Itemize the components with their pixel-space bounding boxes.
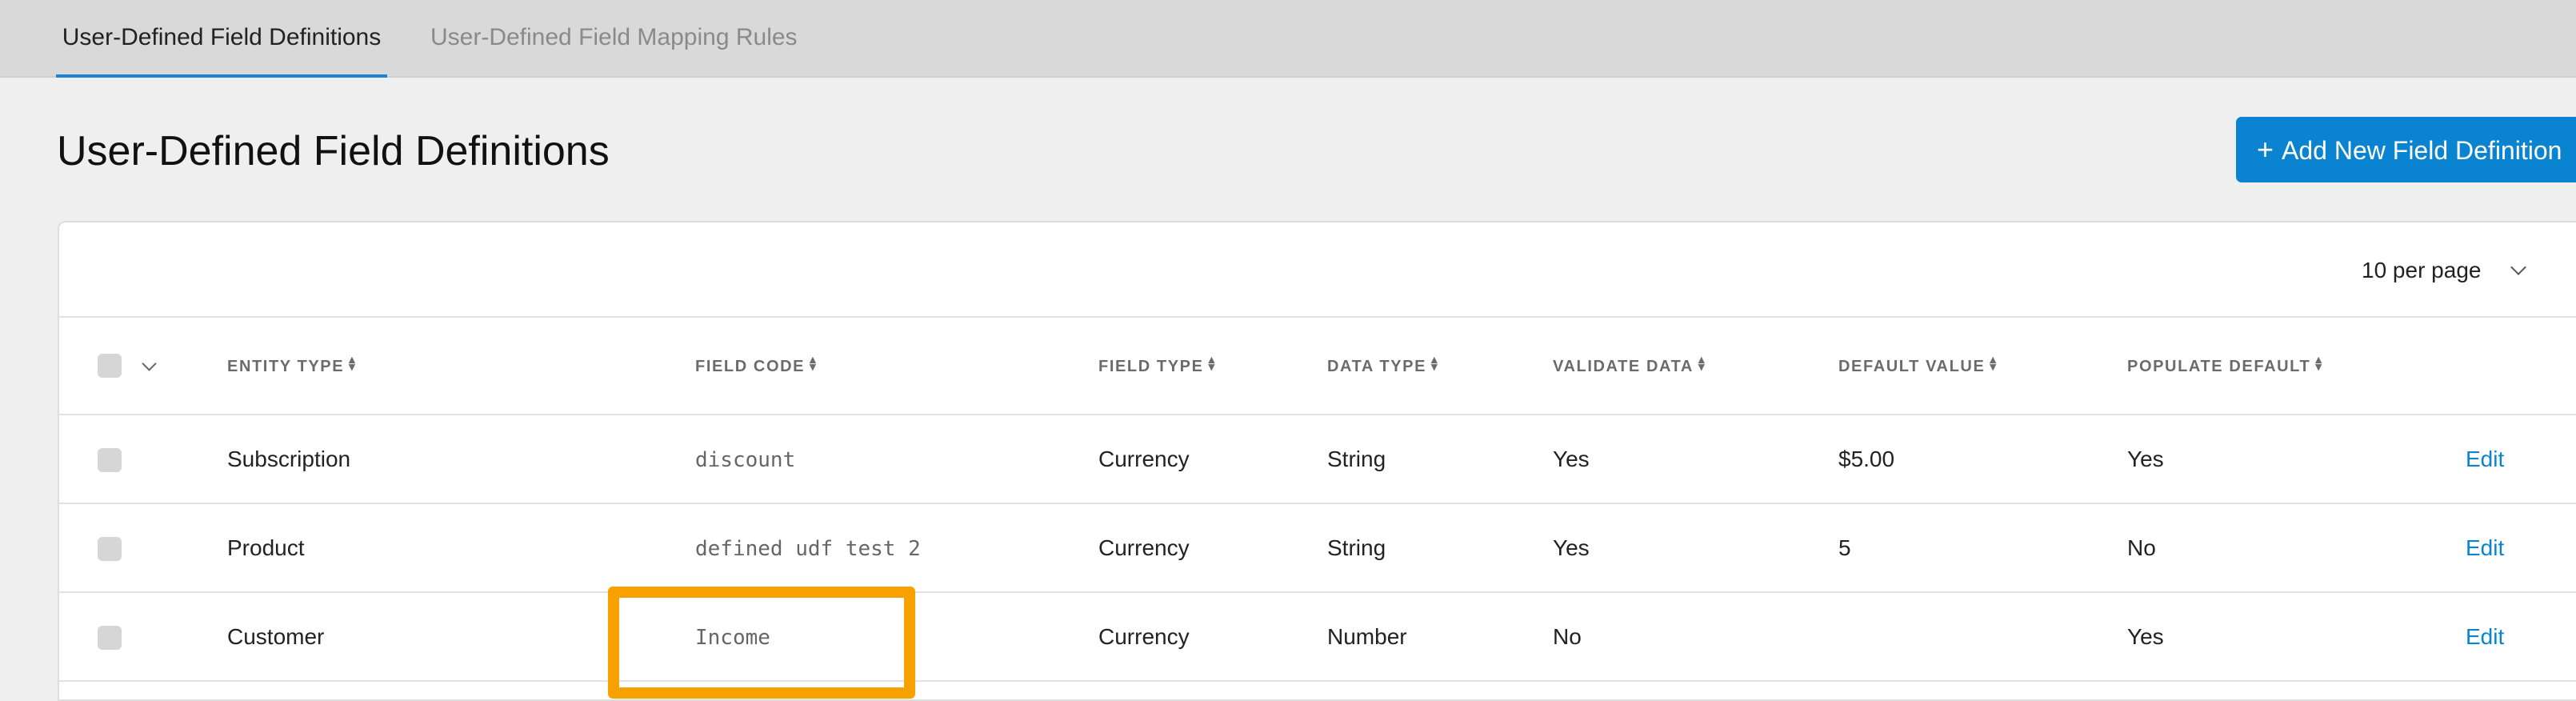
per-page-select[interactable]: 10 per page — [2362, 258, 2527, 283]
divider — [59, 316, 2576, 318]
default-value-cell: 5 — [1838, 535, 1851, 560]
validate-data-cell: Yes — [1553, 447, 1590, 471]
column-header-data-type[interactable]: DATA TYPE ▴ ▾ — [1327, 353, 1439, 376]
field-type-cell: Currency — [1098, 535, 1190, 560]
entity-type-cell: Product — [227, 535, 305, 560]
add-button-label: Add New Field Definition — [2282, 136, 2562, 165]
row-checkbox[interactable] — [98, 448, 122, 472]
tab-bar: User-Defined Field Definitions User-Defi… — [0, 0, 2576, 78]
row-checkbox[interactable] — [98, 626, 122, 650]
column-header-default-value[interactable]: DEFAULT VALUE ▴ ▾ — [1838, 353, 1998, 376]
default-value-cell: $5.00 — [1838, 447, 1895, 471]
divider — [59, 591, 2576, 593]
column-header-field-code[interactable]: FIELD CODE ▴ ▾ — [695, 353, 818, 376]
edit-link[interactable]: Edit — [2466, 447, 2504, 472]
chevron-down-icon — [2510, 259, 2527, 275]
sort-arrows-icon: ▴ ▾ — [1990, 353, 1998, 374]
field-code-cell: discount — [695, 448, 796, 472]
field-type-cell: Currency — [1098, 447, 1190, 471]
sort-arrows-icon: ▴ ▾ — [349, 353, 357, 374]
plus-icon: + — [2257, 133, 2274, 166]
column-header-entity-type[interactable]: ENTITY TYPE ▴ ▾ — [227, 353, 357, 376]
edit-link[interactable]: Edit — [2466, 624, 2504, 650]
column-header-populate-default[interactable]: POPULATE DEFAULT ▴ ▾ — [2127, 353, 2323, 376]
entity-type-cell: Customer — [227, 624, 325, 649]
row-checkbox[interactable] — [98, 537, 122, 561]
highlight-box — [608, 587, 915, 699]
populate-default-cell: No — [2127, 535, 2156, 560]
validate-data-cell: Yes — [1553, 535, 1590, 560]
divider — [59, 414, 2576, 415]
divider — [59, 503, 2576, 504]
sort-arrows-icon: ▴ ▾ — [1698, 353, 1706, 374]
data-type-cell: Number — [1327, 624, 1407, 649]
per-page-label: 10 per page — [2362, 258, 2482, 282]
divider — [59, 680, 2576, 682]
sort-arrows-icon: ▴ ▾ — [2315, 353, 2323, 374]
column-header-validate-data[interactable]: VALIDATE DATA ▴ ▾ — [1553, 353, 1706, 376]
data-type-cell: String — [1327, 535, 1386, 560]
populate-default-cell: Yes — [2127, 624, 2164, 649]
data-type-cell: String — [1327, 447, 1386, 471]
page-title: User-Defined Field Definitions — [57, 128, 610, 174]
field-definitions-table-card — [58, 221, 2576, 701]
select-all-checkbox[interactable] — [98, 354, 122, 378]
column-header-field-type[interactable]: FIELD TYPE ▴ ▾ — [1098, 353, 1216, 376]
tab-field-mapping-rules[interactable]: User-Defined Field Mapping Rules — [430, 0, 798, 78]
edit-link[interactable]: Edit — [2466, 535, 2504, 561]
sort-arrows-icon: ▴ ▾ — [1431, 353, 1439, 374]
sort-arrows-icon: ▴ ▾ — [1208, 353, 1216, 374]
tab-field-definitions[interactable]: User-Defined Field Definitions — [56, 0, 387, 78]
sort-arrows-icon: ▴ ▾ — [810, 353, 818, 374]
field-type-cell: Currency — [1098, 624, 1190, 649]
entity-type-cell: Subscription — [227, 447, 351, 471]
add-new-field-definition-button[interactable]: + Add New Field Definition — [2236, 117, 2576, 182]
validate-data-cell: No — [1553, 624, 1582, 649]
populate-default-cell: Yes — [2127, 447, 2164, 471]
field-code-cell: defined udf test 2 — [695, 537, 921, 561]
